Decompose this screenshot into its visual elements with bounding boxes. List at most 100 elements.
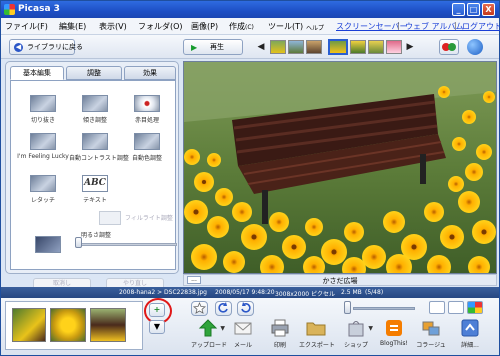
photo-tray: + ▼ アップロード ▼ メール 印刷 エクスポート ショップ ▼ BlogTh… bbox=[1, 298, 499, 355]
filmstrip-thumb[interactable] bbox=[368, 40, 384, 54]
print-action[interactable]: 印刷 bbox=[263, 319, 297, 349]
menu-tools[interactable]: ツール(T) bbox=[268, 21, 303, 32]
upload-arrow-icon bbox=[198, 319, 218, 337]
filmstrip-thumb[interactable] bbox=[288, 40, 304, 54]
email-action[interactable]: メール bbox=[226, 319, 260, 349]
upload-action[interactable]: アップロード ▼ bbox=[191, 319, 227, 349]
globe-icon[interactable] bbox=[467, 39, 483, 55]
blogger-icon bbox=[386, 320, 402, 336]
menu-image[interactable]: 画像(P) bbox=[191, 21, 218, 32]
shop-label: ショップ bbox=[343, 342, 368, 349]
next-photo-button[interactable]: ▶ bbox=[405, 41, 415, 53]
shop-dropdown-icon[interactable]: ▼ bbox=[368, 325, 373, 332]
filmstrip-thumb[interactable] bbox=[270, 40, 286, 54]
app-window: Picasa 3 _ □ X ファイル(F) 編集(E) 表示(V) フォルダ(… bbox=[0, 0, 500, 356]
zoom-slider-knob[interactable] bbox=[344, 301, 351, 314]
rotate-right-icon bbox=[241, 302, 251, 313]
color-view-button[interactable] bbox=[467, 301, 483, 314]
single-view-button[interactable] bbox=[429, 301, 445, 314]
straighten-tool[interactable]: 傾き調整 bbox=[69, 95, 121, 124]
menu-create[interactable]: 作成(C) bbox=[229, 21, 254, 32]
export-label: エクスポート bbox=[299, 342, 335, 349]
back-to-library-label: ライブラリに戻る bbox=[27, 43, 83, 51]
play-label: 再生 bbox=[210, 43, 224, 51]
photo-dimensions: 3008x2000 ピクセル bbox=[275, 291, 335, 298]
blogthis-action[interactable]: BlogThis! bbox=[377, 319, 411, 347]
photo-caption[interactable]: かさだ広場 bbox=[184, 276, 496, 286]
rotate-left-icon bbox=[218, 302, 228, 313]
caption-bar[interactable]: ... かさだ広場 bbox=[183, 274, 497, 286]
previous-photo-button[interactable]: ◀ bbox=[256, 41, 266, 53]
status-bar: 2008-hana2 > DSC22838.jpg 2008/05/17 9:4… bbox=[1, 287, 499, 298]
selected-photos-tray[interactable] bbox=[5, 301, 143, 350]
minimize-button[interactable]: _ bbox=[452, 3, 465, 16]
redeye-label: 赤目処理 bbox=[134, 117, 159, 124]
tab-basic-edit[interactable]: 基本編集 bbox=[10, 66, 64, 80]
logout-link[interactable]: ログアウト bbox=[462, 21, 500, 32]
crop-icon bbox=[30, 95, 56, 112]
menu-file[interactable]: ファイル(F) bbox=[5, 21, 48, 32]
auto-color-tool[interactable]: 自動色調整 bbox=[121, 133, 173, 162]
details-action[interactable]: 詳細... bbox=[453, 319, 487, 349]
redeye-tool[interactable]: 赤目処理 bbox=[121, 95, 173, 124]
photo-date: 2008/05/17 9:48:20 bbox=[215, 289, 275, 296]
share-button[interactable] bbox=[439, 39, 459, 55]
maximize-button[interactable]: □ bbox=[467, 3, 480, 16]
menu-edit[interactable]: 編集(E) bbox=[59, 21, 86, 32]
title-bar: Picasa 3 _ □ X bbox=[1, 1, 499, 18]
collage-icon bbox=[422, 321, 440, 336]
feeling-lucky-tool[interactable]: I'm Feeling Lucky bbox=[17, 133, 69, 160]
zoom-slider-track[interactable] bbox=[353, 307, 415, 310]
export-action[interactable]: エクスポート bbox=[299, 319, 335, 349]
filmstrip-thumb[interactable] bbox=[350, 40, 366, 54]
brightness-slider-knob[interactable] bbox=[75, 237, 82, 248]
photo-viewer[interactable] bbox=[183, 61, 497, 274]
bench-photo bbox=[184, 62, 496, 273]
filmstrip-thumb-current[interactable] bbox=[328, 39, 348, 55]
star-button[interactable] bbox=[191, 301, 208, 316]
text-icon: ABC bbox=[82, 175, 108, 192]
auto-contrast-label: 自動コントラスト調整 bbox=[69, 155, 129, 162]
tray-menu-button[interactable]: ▼ bbox=[149, 320, 165, 334]
menu-help[interactable]: ヘルプ bbox=[306, 23, 324, 32]
dual-view-button[interactable] bbox=[448, 301, 464, 314]
text-label: テキスト bbox=[83, 197, 107, 204]
filmstrip-thumb[interactable] bbox=[306, 40, 322, 54]
picasa-logo-icon bbox=[4, 4, 15, 15]
text-tool[interactable]: ABC テキスト bbox=[69, 175, 121, 204]
photo-count: (5/48) bbox=[365, 289, 384, 296]
print-label: 印刷 bbox=[273, 342, 286, 349]
window-title: Picasa 3 bbox=[18, 4, 60, 14]
rotate-left-button[interactable] bbox=[215, 301, 232, 316]
rotate-right-button[interactable] bbox=[237, 301, 254, 316]
auto-contrast-tool[interactable]: 自動コントラスト調整 bbox=[69, 133, 129, 162]
back-to-library-button[interactable]: ◀ ライブラリに戻る bbox=[9, 39, 83, 55]
tray-thumb[interactable] bbox=[12, 308, 46, 342]
auto-color-label: 自動色調整 bbox=[131, 155, 162, 162]
tab-adjust[interactable]: 調整 bbox=[66, 66, 122, 80]
shop-action[interactable]: ショップ ▼ bbox=[339, 319, 373, 349]
menu-separator: | bbox=[397, 21, 400, 30]
details-icon bbox=[461, 319, 479, 337]
crop-tool[interactable]: 切り抜き bbox=[17, 95, 69, 124]
filmstrip-thumb[interactable] bbox=[386, 40, 402, 54]
rotate-share-icon bbox=[442, 43, 456, 51]
folder-icon bbox=[306, 322, 326, 336]
shop-icon bbox=[348, 321, 364, 337]
fill-light-icon bbox=[99, 211, 121, 225]
retouch-tool[interactable]: レタッチ bbox=[17, 175, 69, 204]
menu-bar: ファイル(F) 編集(E) 表示(V) フォルダ(O) 画像(P) 作成(C) … bbox=[1, 18, 500, 35]
menu-folder[interactable]: フォルダ(O) bbox=[138, 21, 183, 32]
tray-thumb[interactable] bbox=[90, 308, 126, 342]
tray-thumb[interactable] bbox=[50, 308, 86, 342]
menu-view[interactable]: 表示(V) bbox=[99, 21, 127, 32]
brightness-slider-track[interactable] bbox=[79, 243, 177, 246]
upload-dropdown-icon[interactable]: ▼ bbox=[220, 325, 225, 332]
close-button[interactable]: X bbox=[482, 3, 495, 16]
tab-effects[interactable]: 効果 bbox=[124, 66, 176, 80]
collage-action[interactable]: コラージュ bbox=[414, 319, 448, 349]
play-slideshow-button[interactable]: ▶ 再生 bbox=[183, 39, 243, 55]
file-path: 2008-hana2 > DSC22838.jpg bbox=[119, 289, 207, 296]
navigation-bar: ◀ ライブラリに戻る ▶ 再生 ◀ ▶ bbox=[1, 35, 499, 59]
email-envelope-icon bbox=[234, 322, 252, 335]
